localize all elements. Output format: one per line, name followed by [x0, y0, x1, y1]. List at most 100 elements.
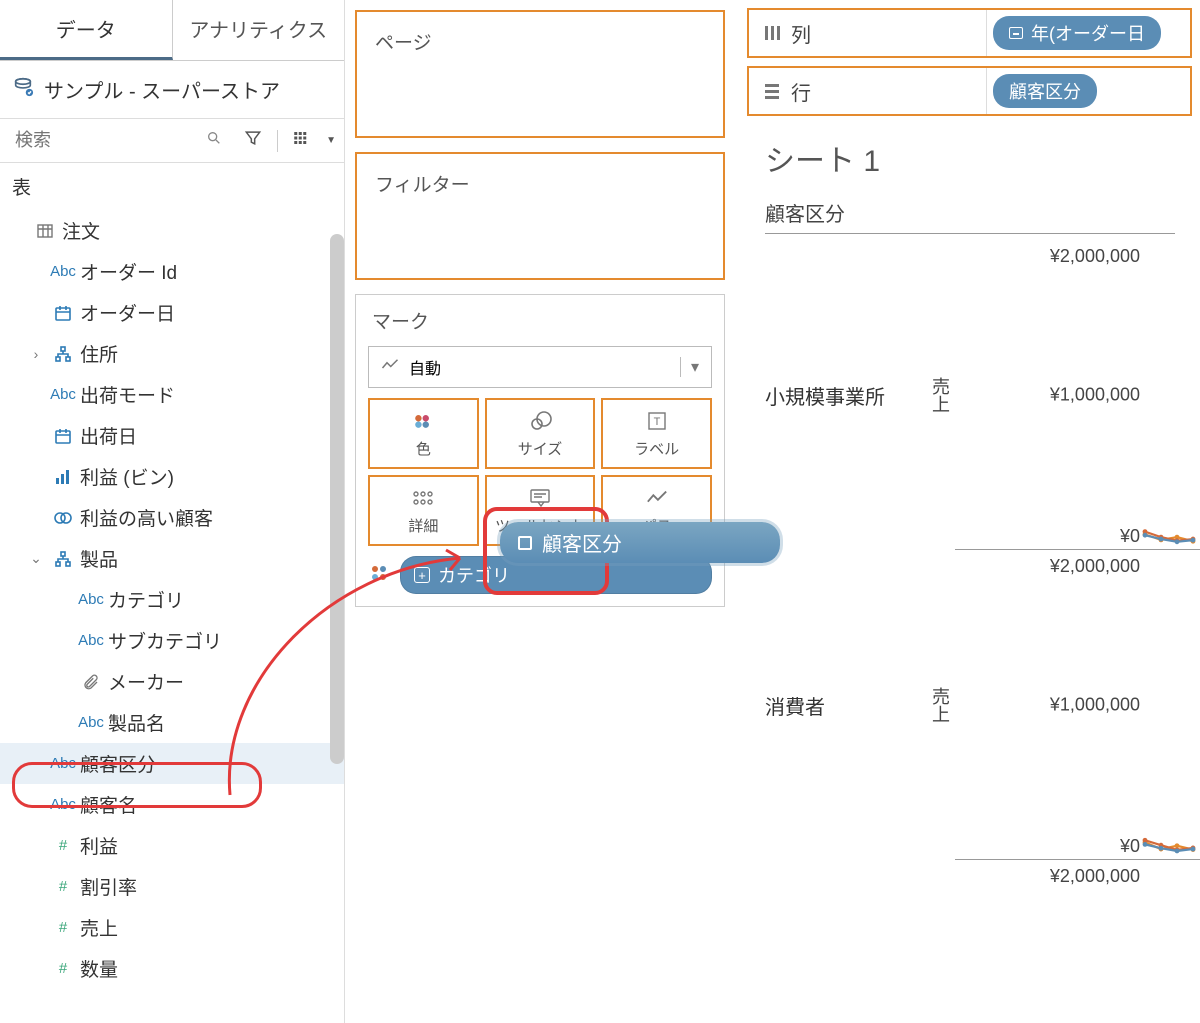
datasource-name: サンプル - スーパーストア — [44, 75, 280, 104]
rows-shelf[interactable]: 行 顧客区分 — [747, 66, 1192, 116]
field-住所[interactable]: ›住所 — [0, 333, 344, 374]
field-出荷日[interactable]: 出荷日 — [0, 415, 344, 456]
pill-year-order-date[interactable]: 年(オーダー日 — [993, 16, 1161, 50]
view-list-icon[interactable] — [286, 125, 316, 156]
type-icon: # — [46, 960, 80, 977]
tables-header: 表 — [0, 163, 344, 210]
columns-shelf[interactable]: 列 年(オーダー日 — [747, 8, 1192, 58]
pill-year-label: 年(オーダー日 — [1031, 20, 1145, 46]
tab-data[interactable]: データ — [0, 0, 173, 60]
filters-title: フィルター — [369, 166, 711, 207]
type-icon: Abc — [74, 714, 108, 731]
shelves: 列 年(オーダー日 行 顧客区分 — [735, 0, 1200, 116]
type-icon — [46, 510, 80, 526]
field-icon — [518, 536, 532, 550]
path-icon — [646, 485, 668, 511]
rows-label: 行 — [749, 68, 987, 114]
type-icon: Abc — [46, 796, 80, 813]
sidebar-tabs: データ アナリティクス — [0, 0, 344, 61]
field-label: 出荷モード — [80, 381, 175, 408]
type-icon — [46, 550, 80, 568]
expand-icon: + — [414, 567, 430, 583]
field-label: 利益の高い顧客 — [80, 504, 213, 531]
type-icon — [74, 673, 108, 691]
marks-detail-label: 詳細 — [408, 515, 438, 536]
type-icon: # — [46, 837, 80, 854]
field-割引率[interactable]: #割引率 — [0, 866, 344, 907]
field-label: 注文 — [62, 217, 100, 244]
tick-label: ¥1,000,000 — [1050, 384, 1140, 405]
datasource-row[interactable]: サンプル - スーパーストア — [0, 61, 344, 118]
field-数量[interactable]: #数量 — [0, 948, 344, 989]
field-オーダー日[interactable]: オーダー日 — [0, 292, 344, 333]
axis-area: ¥2,000,000¥1,000,000¥0 — [955, 550, 1200, 860]
pages-shelf[interactable]: ページ — [355, 10, 725, 138]
row-label: 消費者 — [765, 550, 925, 860]
field-label: オーダー Id — [80, 258, 177, 285]
marks-size[interactable]: サイズ — [485, 398, 596, 469]
sparkline — [1140, 489, 1200, 549]
field-label: 顧客区分 — [80, 750, 156, 777]
search-input[interactable] — [15, 130, 206, 151]
field-注文[interactable]: 注文 — [0, 210, 344, 251]
field-顧客名[interactable]: Abc顧客名 — [0, 784, 344, 825]
field-label: 製品 — [80, 545, 118, 572]
color-legend-icon — [368, 562, 400, 589]
field-label: オーダー日 — [80, 299, 175, 326]
axis-label: 売上 — [925, 550, 955, 860]
pill-category-label: カテゴリ — [438, 562, 510, 588]
type-icon: Abc — [46, 263, 80, 280]
search-toolbar: ▼ — [0, 118, 344, 163]
left-sidebar: データ アナリティクス サンプル - スーパーストア — [0, 0, 345, 1023]
field-label: サブカテゴリ — [108, 627, 222, 654]
field-メーカー[interactable]: メーカー — [0, 661, 344, 702]
tick-label: ¥1,000,000 — [1050, 694, 1140, 715]
sheet-title[interactable]: シート 1 — [765, 136, 1200, 180]
chevron-down-icon: ▾ — [680, 357, 699, 377]
tick-label: ¥2,000,000 — [1050, 556, 1140, 577]
type-icon: Abc — [74, 591, 108, 608]
field-利益の高い顧客[interactable]: 利益の高い顧客 — [0, 497, 344, 538]
field-利益 (ビン)[interactable]: 利益 (ビン) — [0, 456, 344, 497]
cards-column: ページ フィルター マーク 自動 ▾ 色 — [345, 0, 735, 1023]
label-icon: T — [647, 408, 667, 434]
row-label: 小規模事業所 — [765, 240, 925, 550]
field-label: 利益 — [80, 832, 118, 859]
type-icon — [46, 345, 80, 363]
field-カテゴリ[interactable]: Abcカテゴリ — [0, 579, 344, 620]
marks-size-label: サイズ — [518, 438, 563, 459]
viz-column-header: 顧客区分 — [765, 198, 1175, 234]
field-label: 顧客名 — [80, 791, 137, 818]
search-box[interactable] — [8, 123, 229, 158]
viz-row: 消費者売上¥2,000,000¥1,000,000¥0 — [765, 550, 1200, 860]
field-出荷モード[interactable]: Abc出荷モード — [0, 374, 344, 415]
marks-color[interactable]: 色 — [368, 398, 479, 469]
filter-icon[interactable] — [237, 124, 269, 157]
tooltip-icon — [529, 485, 551, 511]
field-利益[interactable]: #利益 — [0, 825, 344, 866]
tab-analytics[interactable]: アナリティクス — [173, 0, 345, 60]
field-サブカテゴリ[interactable]: Abcサブカテゴリ — [0, 620, 344, 661]
field-オーダー Id[interactable]: Abcオーダー Id — [0, 251, 344, 292]
chevron-down-icon[interactable]: ▼ — [324, 135, 336, 146]
tick-label: ¥2,000,000 — [1050, 866, 1140, 887]
mark-type-dropdown[interactable]: 自動 ▾ — [368, 346, 712, 388]
drag-pill-label: 顧客区分 — [542, 528, 622, 557]
viz-area: シート 1 顧客区分 小規模事業所売上 ¥2,000,000 ¥1,000,000 ¥… — [735, 116, 1200, 1023]
filters-shelf[interactable]: フィルター — [355, 152, 725, 280]
field-製品[interactable]: ⌄製品 — [0, 538, 344, 579]
field-label: 割引率 — [80, 873, 137, 900]
marks-label[interactable]: T ラベル — [601, 398, 712, 469]
scrollbar-thumb[interactable] — [330, 234, 344, 764]
type-icon: Abc — [74, 632, 108, 649]
drag-pill[interactable]: 顧客区分 — [500, 522, 780, 563]
right-panel: 列 年(オーダー日 行 顧客区分 シート 1 — [735, 0, 1200, 1023]
field-顧客区分[interactable]: Abc顧客区分 — [0, 743, 344, 784]
marks-detail[interactable]: 詳細 — [368, 475, 479, 546]
field-売上[interactable]: #売上 — [0, 907, 344, 948]
field-製品名[interactable]: Abc製品名 — [0, 702, 344, 743]
pill-customer-segment[interactable]: 顧客区分 — [993, 74, 1097, 108]
pages-title: ページ — [369, 24, 711, 65]
viz-row: ¥2,000,000 — [765, 860, 1200, 920]
line-chart-icon — [381, 358, 399, 377]
